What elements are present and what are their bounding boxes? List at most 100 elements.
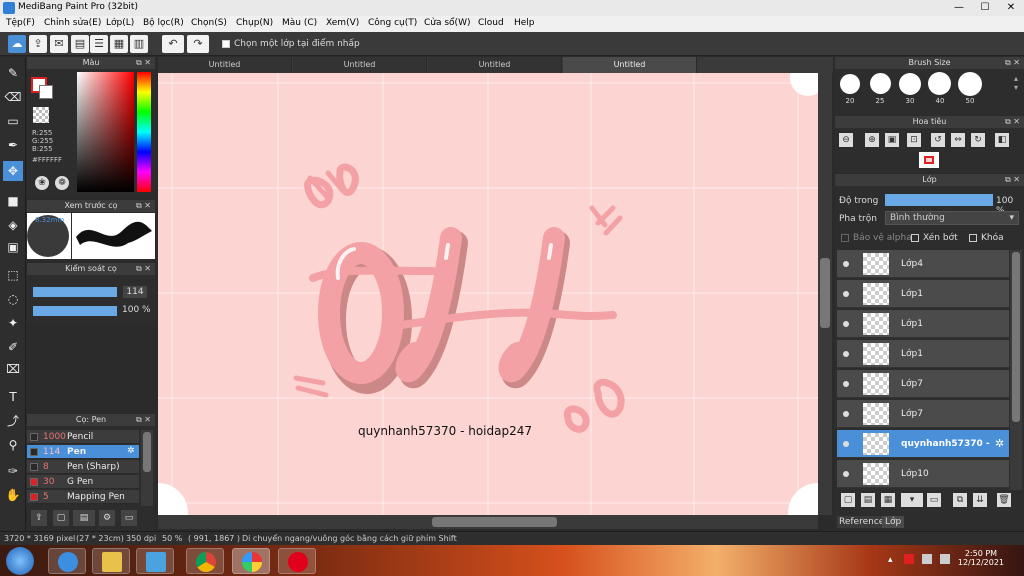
menu-edit[interactable]: Chỉnh sửa(E)	[44, 18, 101, 28]
drawing-canvas[interactable]: quynhanh57370 - hoidap247	[158, 73, 818, 515]
layer-folder-icon[interactable]: ▭	[927, 493, 941, 507]
tab-untitled-4[interactable]: Untitled	[563, 57, 697, 73]
hand-icon[interactable]: ✋	[3, 485, 23, 505]
color-square-picker[interactable]	[77, 72, 134, 192]
blend-mode-select[interactable]: Bình thường ▾	[885, 211, 1019, 225]
brush-opacity-slider[interactable]	[33, 306, 117, 316]
layer-row[interactable]: Lớp7	[837, 370, 1009, 398]
menu-view[interactable]: Xem(V)	[326, 18, 359, 28]
dropper-icon[interactable]: ⚲	[3, 435, 23, 455]
secondary-color-swatch[interactable]	[39, 85, 53, 99]
redo-icon[interactable]: ↷	[187, 35, 209, 53]
gear-icon[interactable]: ✲	[127, 446, 135, 456]
table-icon[interactable]: ▥	[130, 35, 148, 53]
menu-tools[interactable]: Công cụ(T)	[368, 18, 417, 28]
taskbar-opera[interactable]	[278, 548, 316, 574]
gradient-icon[interactable]: ▣	[3, 237, 23, 257]
palette-alt-icon[interactable]: ❁	[55, 176, 69, 190]
delete-layer-icon[interactable]: 🗑	[997, 493, 1011, 507]
tab-untitled-3[interactable]: Untitled	[428, 57, 562, 73]
brush-size-20[interactable]	[840, 74, 860, 94]
menu-select[interactable]: Chọn(S)	[191, 18, 227, 28]
close-button[interactable]: ✕	[998, 0, 1024, 16]
brush-item[interactable]: 30 G Pen	[27, 475, 139, 489]
tab-layer[interactable]: Lớp	[882, 516, 905, 528]
brush-item[interactable]: 8 Pen (Sharp)	[27, 460, 139, 474]
page-icon[interactable]: ▤	[71, 35, 89, 53]
text-icon[interactable]: T	[3, 387, 23, 407]
new-brush-icon[interactable]: ▢	[53, 510, 69, 526]
eraser-icon[interactable]: ⌫	[3, 87, 23, 107]
tab-untitled-2[interactable]: Untitled	[293, 57, 427, 73]
tray-monitor-icon[interactable]	[922, 554, 932, 564]
menu-file[interactable]: Tệp(F)	[6, 18, 35, 28]
clock[interactable]: 2:50 PM 12/12/2021	[958, 549, 1004, 567]
transparent-swatch[interactable]	[33, 107, 49, 123]
menu-capture[interactable]: Chụp(N)	[236, 18, 273, 28]
menu-layer[interactable]: Lớp(L)	[106, 18, 134, 28]
visibility-icon[interactable]	[843, 291, 849, 297]
layer-row[interactable]: Lớp1	[837, 310, 1009, 338]
visibility-icon[interactable]	[843, 381, 849, 387]
brush-size-40[interactable]	[928, 72, 951, 95]
brush-item[interactable]: 5 Mapping Pen	[27, 490, 139, 504]
brush-size-50[interactable]	[958, 72, 982, 96]
panel-close-icon[interactable]: ⧉ ✕	[1005, 57, 1020, 69]
clip-checkbox[interactable]	[911, 234, 919, 242]
hue-slider[interactable]	[137, 72, 151, 192]
visibility-icon[interactable]	[843, 321, 849, 327]
add-brush-icon[interactable]: ▤	[73, 510, 95, 526]
mirror-icon[interactable]: ◧	[995, 133, 1009, 147]
duplicate-layer-icon[interactable]: ⧉	[953, 493, 967, 507]
actual-size-icon[interactable]: ⊡	[907, 133, 921, 147]
pen-icon[interactable]: ✒	[3, 135, 23, 155]
taskbar-ie[interactable]	[48, 548, 86, 574]
visibility-icon[interactable]	[843, 261, 849, 267]
visibility-icon[interactable]	[843, 351, 849, 357]
new-layer-icon[interactable]: ▢	[841, 493, 855, 507]
fill-rect-icon[interactable]: ■	[3, 191, 23, 211]
eyedropper-icon[interactable]: ✑	[3, 461, 23, 481]
visibility-icon[interactable]	[843, 411, 849, 417]
panel-close-icon[interactable]: ⧉ ✕	[136, 200, 151, 212]
panel-close-icon[interactable]: ⧉ ✕	[136, 414, 151, 426]
flip-icon[interactable]: ⇔	[951, 133, 965, 147]
select-pen-icon[interactable]: ✐	[3, 337, 23, 357]
panel-close-icon[interactable]: ⧉ ✕	[1005, 174, 1020, 186]
undo-icon[interactable]: ↶	[162, 35, 184, 53]
minimize-button[interactable]: —	[946, 0, 972, 16]
zoom-out-icon[interactable]: ⊖	[839, 133, 853, 147]
tab-reference[interactable]: Reference	[837, 516, 887, 528]
lock-checkbox[interactable]	[969, 234, 977, 242]
palette-icon[interactable]: ❀	[35, 176, 49, 190]
brush-settings-icon[interactable]: ⚙	[99, 510, 115, 526]
bucket-icon[interactable]: ◈	[3, 215, 23, 235]
maximize-button[interactable]: ☐	[972, 0, 998, 16]
panel-close-icon[interactable]: ⧉ ✕	[136, 57, 151, 69]
tray-arrow-icon[interactable]: ▴	[888, 555, 893, 565]
gear-icon[interactable]: ✲	[995, 437, 1004, 450]
tray-flag-icon[interactable]	[904, 554, 914, 564]
brush-size-25[interactable]	[870, 73, 891, 94]
menu-cloud[interactable]: Cloud	[478, 18, 504, 28]
upload-brush-icon[interactable]: ⇪	[31, 510, 47, 526]
brush-size-scroll[interactable]: ▴ ▾	[1014, 74, 1022, 104]
panel-close-icon[interactable]: ⧉ ✕	[136, 263, 151, 275]
layer-opacity-slider[interactable]	[885, 194, 993, 206]
layer-list-scrollbar[interactable]	[1010, 250, 1022, 490]
menu-color[interactable]: Màu (C)	[282, 18, 317, 28]
menu-filter[interactable]: Bộ lọc(R)	[143, 18, 184, 28]
layer-row[interactable]: Lớp1	[837, 340, 1009, 368]
magic-wand-icon[interactable]: ✦	[3, 313, 23, 333]
taskbar-explorer[interactable]	[92, 548, 130, 574]
brush-item[interactable]: 114 Pen ✲	[27, 445, 139, 459]
zoom-in-icon[interactable]: ⊕	[865, 133, 879, 147]
navigator-preview[interactable]	[919, 152, 939, 168]
panel-close-icon[interactable]: ⧉ ✕	[1005, 116, 1020, 128]
protect-alpha-checkbox[interactable]	[841, 234, 849, 242]
start-button[interactable]	[6, 547, 34, 575]
add-layer-menu-icon[interactable]: ▾	[901, 493, 923, 507]
brush-size-value[interactable]: 114	[123, 286, 147, 298]
new-8bit-layer-icon[interactable]: ▦	[881, 493, 895, 507]
share-icon[interactable]: ⇪	[29, 35, 47, 53]
